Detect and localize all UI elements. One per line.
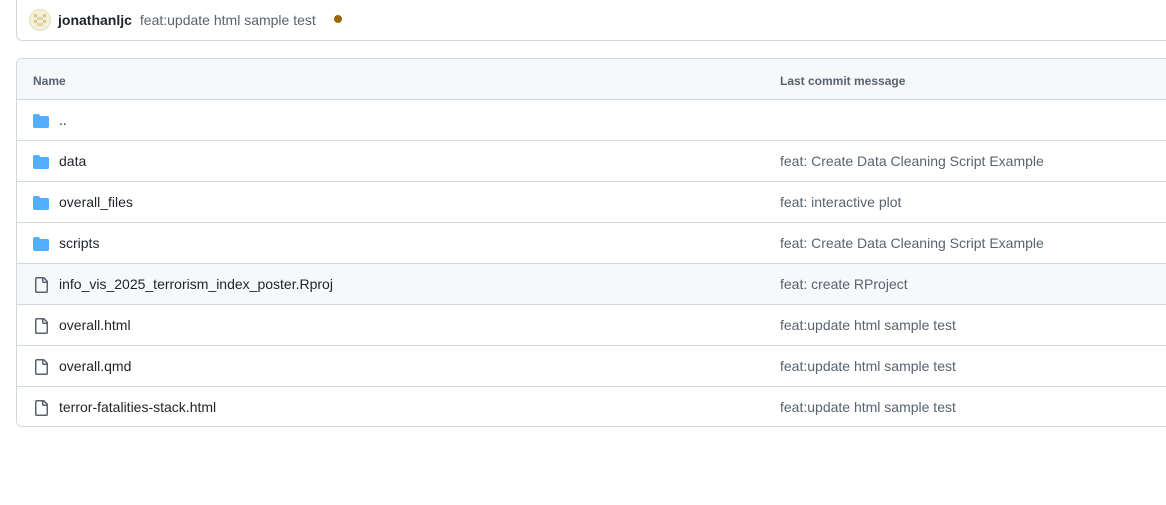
avatar[interactable] (29, 9, 51, 31)
folder-icon (33, 195, 49, 211)
file-icon (33, 277, 49, 293)
file-icon (33, 400, 49, 416)
file-icon (33, 359, 49, 375)
row-name-link[interactable]: overall.html (59, 317, 131, 333)
row-name-link[interactable]: terror-fatalities-stack.html (59, 399, 216, 415)
row-commit-message[interactable]: feat:update html sample test (780, 399, 956, 415)
row-name-link[interactable]: overall_files (59, 194, 133, 210)
identicon-icon (34, 14, 46, 26)
commit-message[interactable]: feat:update html sample test (140, 12, 316, 28)
row-commit-message[interactable]: feat: Create Data Cleaning Script Exampl… (780, 153, 1044, 169)
row-name-link[interactable]: .. (59, 112, 67, 128)
latest-commit-bar: jonathanljc feat:update html sample test (16, 0, 1166, 41)
file-icon (33, 318, 49, 334)
folder-row[interactable]: scripts feat: Create Data Cleaning Script… (17, 223, 1166, 264)
row-commit-message[interactable]: feat: Create Data Cleaning Script Exampl… (780, 235, 1044, 251)
row-commit-message[interactable]: feat: interactive plot (780, 194, 901, 210)
file-table: Name Last commit message .. data feat: Cre… (16, 58, 1166, 427)
file-row[interactable]: terror-fatalities-stack.html feat:update … (17, 387, 1166, 426)
row-name-link[interactable]: scripts (59, 235, 99, 251)
file-row[interactable]: overall.qmd feat:update html sample test (17, 346, 1166, 387)
folder-row[interactable]: overall_files feat: interactive plot (17, 182, 1166, 223)
folder-row[interactable]: data feat: Create Data Cleaning Script Ex… (17, 141, 1166, 182)
row-name-link[interactable]: info_vis_2025_terrorism_index_poster.Rpr… (59, 276, 333, 292)
commit-status-icon[interactable] (333, 14, 342, 23)
folder-icon (33, 154, 49, 170)
row-commit-message[interactable]: feat: create RProject (780, 276, 908, 292)
commit-author[interactable]: jonathanljc (58, 12, 132, 28)
file-row[interactable]: overall.html feat:update html sample test (17, 305, 1166, 346)
table-header: Name Last commit message (17, 59, 1166, 100)
column-header-last-commit: Last commit message (780, 74, 906, 88)
row-name-link[interactable]: overall.qmd (59, 358, 131, 374)
folder-row[interactable]: .. (17, 100, 1166, 141)
folder-icon (33, 236, 49, 252)
column-header-name: Name (33, 74, 66, 88)
folder-icon (33, 113, 49, 129)
row-commit-message[interactable]: feat:update html sample test (780, 358, 956, 374)
row-name-link[interactable]: data (59, 153, 86, 169)
file-row[interactable]: info_vis_2025_terrorism_index_poster.Rpr… (17, 264, 1166, 305)
table-body: .. data feat: Create Data Cleaning Script … (17, 100, 1166, 426)
row-commit-message[interactable]: feat:update html sample test (780, 317, 956, 333)
